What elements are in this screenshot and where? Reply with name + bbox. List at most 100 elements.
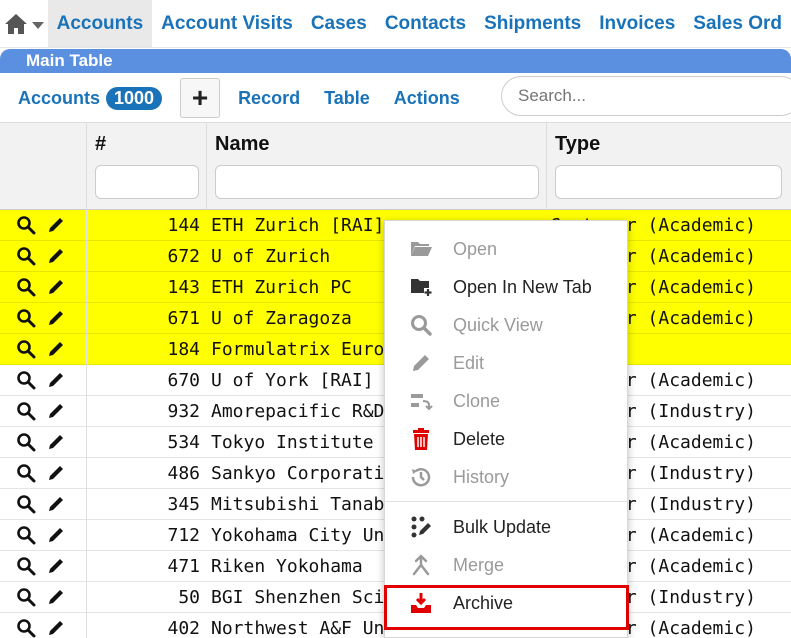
column-num-label: #: [95, 133, 107, 155]
tab-contacts[interactable]: Contacts: [376, 0, 475, 47]
cell-num: 144: [167, 215, 200, 236]
quick-view-icon[interactable]: [16, 556, 36, 581]
edit-icon[interactable]: [46, 339, 66, 364]
tab-shipments[interactable]: Shipments: [475, 0, 590, 47]
tab-cases[interactable]: Cases: [302, 0, 376, 47]
column-num: #: [86, 123, 206, 211]
quick-view-icon[interactable]: [16, 246, 36, 271]
quick-view-icon[interactable]: [16, 525, 36, 550]
cell-name[interactable]: ETH Zurich [RAI]: [211, 215, 384, 236]
edit-icon[interactable]: [46, 587, 66, 612]
menu-item-merge[interactable]: Merge: [385, 547, 629, 583]
edit-icon[interactable]: [46, 308, 66, 333]
cell-num: 672: [167, 246, 200, 267]
cell-num: 471: [167, 556, 200, 577]
cell-name[interactable]: Tokyo Institute of: [211, 432, 406, 453]
table-menu[interactable]: Table: [318, 88, 376, 109]
cell-num: 534: [167, 432, 200, 453]
menu-item-clone[interactable]: Clone: [385, 383, 629, 419]
quick-view-icon[interactable]: [16, 215, 36, 240]
quick-view-icon[interactable]: [16, 587, 36, 612]
tab-account-visits[interactable]: Account Visits: [152, 0, 302, 47]
quick-view-icon[interactable]: [16, 432, 36, 457]
top-nav: Accounts Account Visits Cases Contacts S…: [0, 0, 791, 48]
count-badge: 1000: [106, 86, 163, 110]
cell-num: 932: [167, 401, 200, 422]
cell-num: 402: [167, 618, 200, 638]
menu-item-history[interactable]: History: [385, 459, 629, 495]
quick-view-icon[interactable]: [16, 401, 36, 426]
menu-item-label: Quick View: [453, 314, 543, 335]
cell-name[interactable]: Formulatrix Europe: [211, 339, 406, 360]
menu-item-open-in-new-tab[interactable]: Open In New Tab: [385, 269, 629, 305]
cell-name[interactable]: U of York [RAI]: [211, 370, 374, 391]
menu-item-label: Merge: [453, 554, 505, 575]
record-menu[interactable]: Record: [232, 88, 306, 109]
cell-name[interactable]: Riken Yokohama: [211, 556, 363, 577]
type-filter-input[interactable]: [555, 165, 782, 199]
home-menu-button[interactable]: [0, 0, 48, 47]
menu-item-label: Archive: [453, 592, 514, 613]
quick-view-icon[interactable]: [16, 339, 36, 364]
edit-icon[interactable]: [46, 370, 66, 395]
edit-icon[interactable]: [46, 494, 66, 519]
clone-icon: [409, 389, 433, 413]
menu-item-open[interactable]: Open: [385, 231, 629, 267]
tab-sales-orders[interactable]: Sales Ord: [684, 0, 791, 47]
edit-icon[interactable]: [46, 556, 66, 581]
edit-icon[interactable]: [46, 246, 66, 271]
edit-icon[interactable]: [46, 525, 66, 550]
home-icon: [4, 13, 27, 34]
cell-name[interactable]: BGI Shenzhen Sci: [211, 587, 384, 608]
edit-icon[interactable]: [46, 401, 66, 426]
chevron-down-icon: [31, 21, 44, 29]
cell-num: 712: [167, 525, 200, 546]
edit-icon[interactable]: [46, 618, 66, 638]
menu-separator: [385, 501, 629, 502]
menu-item-bulk-update[interactable]: Bulk Update: [385, 509, 629, 545]
menu-item-delete[interactable]: Delete: [385, 421, 629, 457]
main-table-bar: Main Table: [0, 49, 791, 73]
cell-name[interactable]: ETH Zurich PC: [211, 277, 352, 298]
edit-icon[interactable]: [46, 463, 66, 488]
history-icon: [409, 465, 433, 489]
tab-invoices[interactable]: Invoices: [590, 0, 684, 47]
menu-item-edit[interactable]: Edit: [385, 345, 629, 381]
cell-num: 184: [167, 339, 200, 360]
accounts-label: Accounts: [18, 87, 101, 108]
cell-name[interactable]: U of Zaragoza: [211, 308, 352, 329]
edit-icon[interactable]: [46, 277, 66, 302]
folder-open-icon: [409, 237, 433, 261]
menu-item-label: History: [453, 466, 510, 487]
name-filter-input[interactable]: [215, 165, 539, 199]
edit-icon[interactable]: [46, 432, 66, 457]
actions-menu[interactable]: Actions: [388, 88, 466, 109]
quick-view-icon[interactable]: [16, 463, 36, 488]
quick-view-icon[interactable]: [16, 494, 36, 519]
menu-item-quick-view[interactable]: Quick View: [385, 307, 629, 343]
menu-item-archive[interactable]: Archive: [385, 585, 629, 621]
cell-name[interactable]: U of Zurich: [211, 246, 330, 267]
column-type-label: Type: [555, 133, 601, 155]
cell-name[interactable]: Amorepacific R&D: [211, 401, 384, 422]
quick-view-icon[interactable]: [16, 618, 36, 638]
cell-name[interactable]: Sankyo Corporation: [211, 463, 406, 484]
cell-name[interactable]: Mitsubishi Tanabe: [211, 494, 395, 515]
quick-view-icon[interactable]: [16, 370, 36, 395]
cell-name[interactable]: Yokohama City Uni: [211, 525, 395, 546]
archive-icon: [409, 591, 433, 615]
context-menu: Open Open In New Tab Quick View Edit Clone De…: [384, 220, 629, 638]
quick-view-icon[interactable]: [16, 308, 36, 333]
tab-accounts[interactable]: Accounts: [47, 0, 153, 47]
table-header: # Name Type: [0, 122, 791, 211]
menu-item-label: Delete: [453, 428, 506, 449]
search-input[interactable]: [501, 76, 791, 116]
add-record-button[interactable]: +: [180, 78, 221, 118]
menu-item-label: Open In New Tab: [453, 276, 592, 297]
num-filter-input[interactable]: [95, 165, 199, 199]
quick-view-icon[interactable]: [16, 277, 36, 302]
merge-icon: [409, 553, 433, 577]
folder-plus-icon: [409, 275, 433, 299]
edit-icon[interactable]: [46, 215, 66, 240]
accounts-count-label[interactable]: Accounts 1000: [18, 86, 163, 110]
